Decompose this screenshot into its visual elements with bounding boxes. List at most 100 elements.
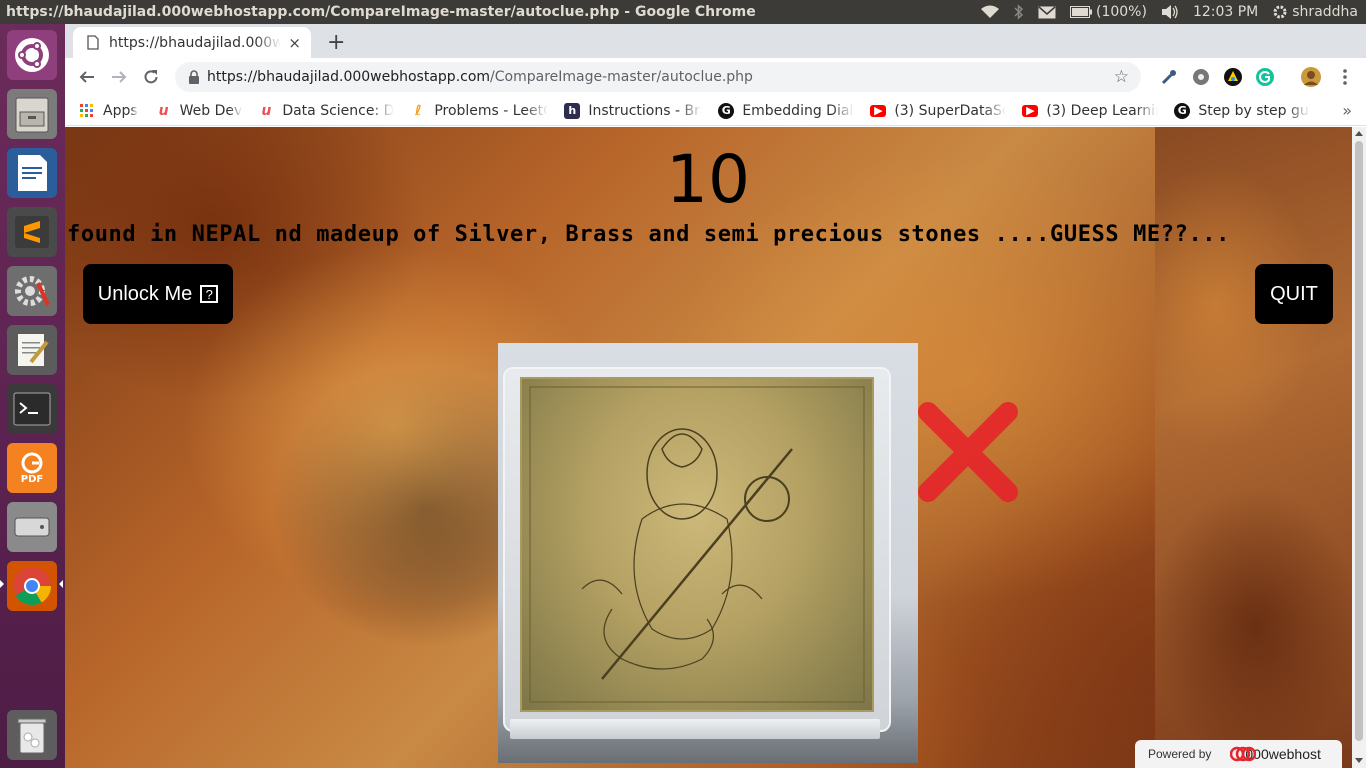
notepad-pencil-icon	[18, 334, 49, 366]
youtube-icon: ▶	[1022, 104, 1039, 117]
gear-icon	[1273, 5, 1287, 19]
toolbar: https://bhaudajilad.000webhostapp.com/Co…	[65, 58, 1366, 96]
film-extension-icon[interactable]	[1191, 67, 1211, 87]
scroll-thumb[interactable]	[1355, 141, 1363, 741]
tab-active[interactable]: https://bhaudajilad.000webhostapp.com/Co…	[73, 27, 311, 58]
tab-strip: https://bhaudajilad.000webhostapp.com/Co…	[65, 24, 1366, 58]
active-indicator	[0, 580, 4, 588]
page-scrollbar[interactable]	[1352, 127, 1366, 768]
settings-gear-icon	[15, 276, 50, 306]
chrome-launcher[interactable]	[7, 561, 57, 611]
tab-title: https://bhaudajilad.000webhostapp.com/Co…	[109, 34, 281, 51]
bluetooth-icon[interactable]	[1014, 4, 1024, 20]
scroll-down-arrow-icon[interactable]	[1355, 758, 1363, 763]
grammarly-icon[interactable]	[1255, 67, 1275, 87]
terminal-launcher[interactable]	[7, 384, 57, 434]
frame-stand	[510, 719, 880, 739]
bookmark-label: Step by step guide	[1198, 102, 1310, 119]
more-bookmarks-icon[interactable]: »	[1342, 101, 1352, 120]
trash-launcher[interactable]	[7, 710, 57, 760]
bookmark-embedding-dialog[interactable]: G Embedding Dialog	[718, 102, 854, 119]
bookmark-leetcode[interactable]: ℓ Problems - LeetCode	[410, 103, 548, 119]
clock[interactable]: 12:03 PM	[1193, 4, 1258, 20]
wifi-icon[interactable]	[980, 5, 1000, 19]
lock-icon	[189, 70, 199, 84]
forward-button[interactable]	[109, 67, 129, 87]
battery-icon	[1069, 6, 1092, 18]
battery-indicator[interactable]: (100%)	[1069, 4, 1147, 20]
bookmark-step-by-step[interactable]: G Step by step guide	[1174, 102, 1310, 119]
foxit-pdf-launcher[interactable]: PDF	[7, 443, 57, 493]
bookmark-star-icon[interactable]: ☆	[1114, 67, 1129, 87]
sublime-icon	[15, 216, 49, 248]
bookmark-label: (3) SuperDataScience	[894, 102, 1007, 119]
user-menu[interactable]: shraddha	[1272, 4, 1358, 20]
files-launcher[interactable]	[7, 89, 57, 139]
trash-icon	[17, 718, 47, 754]
forward-arrow-icon	[112, 71, 127, 83]
disks-launcher[interactable]	[7, 502, 57, 552]
writer-document-icon	[18, 155, 47, 191]
pdf-label: PDF	[20, 473, 44, 485]
bookmark-label: Data Science: Deep Learning	[282, 102, 395, 119]
hint-icon: ?	[200, 285, 219, 303]
mail-icon[interactable]	[1038, 5, 1056, 19]
launcher: PDF	[0, 24, 65, 768]
bookmark-label: Instructions - Brainly	[588, 102, 702, 119]
apps-grid-icon	[79, 103, 95, 119]
engraved-plate	[520, 377, 874, 712]
page-icon	[87, 35, 99, 50]
battery-percent: (100%)	[1095, 4, 1147, 20]
bookmark-instructions[interactable]: h Instructions - Brainly	[564, 102, 702, 119]
h-icon: h	[564, 102, 581, 119]
bookmark-label: Web Dev	[179, 102, 243, 119]
top-panel: https://bhaudajilad.000webhostapp.com/Co…	[0, 0, 1366, 24]
sublime-text-launcher[interactable]	[7, 207, 57, 257]
g-icon: G	[718, 102, 735, 119]
page-viewport: 10 found in NEPAL nd madeup of Silver, B…	[65, 127, 1352, 768]
eyedropper-extension-icon[interactable]	[1159, 67, 1179, 87]
bookmark-apps[interactable]: Apps	[79, 103, 138, 119]
bookmark-deep-learning[interactable]: ▶ (3) Deep Learning	[1022, 103, 1158, 119]
reload-button[interactable]	[141, 67, 161, 87]
g-icon: G	[1174, 102, 1191, 119]
new-tab-button[interactable]: +	[327, 30, 345, 55]
clue-image	[498, 343, 918, 763]
udemy-icon: u	[261, 102, 272, 119]
user-name: shraddha	[1292, 4, 1358, 20]
text-editor-launcher[interactable]	[7, 325, 57, 375]
bookmark-data-science[interactable]: u Data Science: Deep Learning	[258, 103, 394, 119]
profile-avatar[interactable]	[1301, 67, 1321, 87]
chrome-menu-icon[interactable]	[1335, 67, 1355, 87]
dash-home-launcher[interactable]	[7, 30, 57, 80]
udemy-icon: u	[158, 102, 169, 119]
address-bar[interactable]: https://bhaudajilad.000webhostapp.com/Co…	[175, 62, 1141, 92]
colorful-extension-icon[interactable]	[1223, 67, 1243, 87]
scroll-up-arrow-icon[interactable]	[1355, 131, 1363, 136]
leetcode-icon: ℓ	[415, 102, 422, 119]
hard-drive-icon	[14, 517, 50, 537]
chrome-icon	[13, 567, 52, 606]
back-button[interactable]	[77, 67, 97, 87]
bookmark-label: Embedding Dialog	[742, 102, 854, 119]
libreoffice-writer-launcher[interactable]	[7, 148, 57, 198]
quit-button[interactable]: QUIT	[1255, 264, 1333, 324]
bookmark-label: (3) Deep Learning	[1046, 102, 1158, 119]
unlock-me-button[interactable]: Unlock Me ?	[83, 264, 233, 324]
url-path: /CompareImage-master/autoclue.php	[490, 69, 753, 85]
bookmark-web-dev[interactable]: u Web Dev	[156, 103, 243, 119]
reload-icon	[144, 70, 158, 84]
bookmark-superdatascience[interactable]: ▶ (3) SuperDataScience	[870, 103, 1006, 119]
focused-indicator	[59, 580, 63, 588]
volume-icon[interactable]	[1161, 5, 1179, 19]
back-arrow-icon	[79, 71, 94, 83]
clue-text: found in NEPAL nd madeup of Silver, Bras…	[67, 222, 1230, 247]
foxit-logo-icon	[21, 452, 43, 473]
url-host: https://bhaudajilad.000webhostapp.com	[207, 69, 491, 85]
powered-by-badge[interactable]: Powered by 000webhost	[1135, 740, 1342, 768]
system-settings-launcher[interactable]	[7, 266, 57, 316]
000webhost-logo-icon	[1230, 746, 1256, 762]
countdown-timer: 10	[666, 141, 750, 218]
bookmark-label: Problems - LeetCode	[434, 102, 549, 119]
tab-close-icon[interactable]: ×	[288, 34, 301, 52]
